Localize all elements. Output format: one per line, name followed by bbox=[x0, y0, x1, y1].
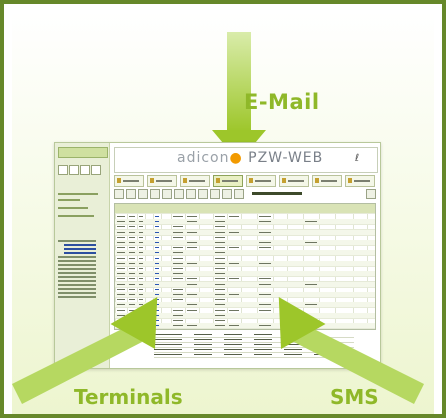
outer-frame: adicon● PZW-WEB ℓ E-Mail Terminals SMS bbox=[0, 0, 446, 418]
terminals-label: Terminals bbox=[74, 385, 183, 409]
arrows-front-layer bbox=[12, 296, 424, 404]
sms-label: SMS bbox=[330, 385, 379, 409]
email-label: E-Mail bbox=[244, 90, 320, 114]
illustration-panel: adicon● PZW-WEB ℓ E-Mail Terminals SMS bbox=[12, 12, 434, 414]
